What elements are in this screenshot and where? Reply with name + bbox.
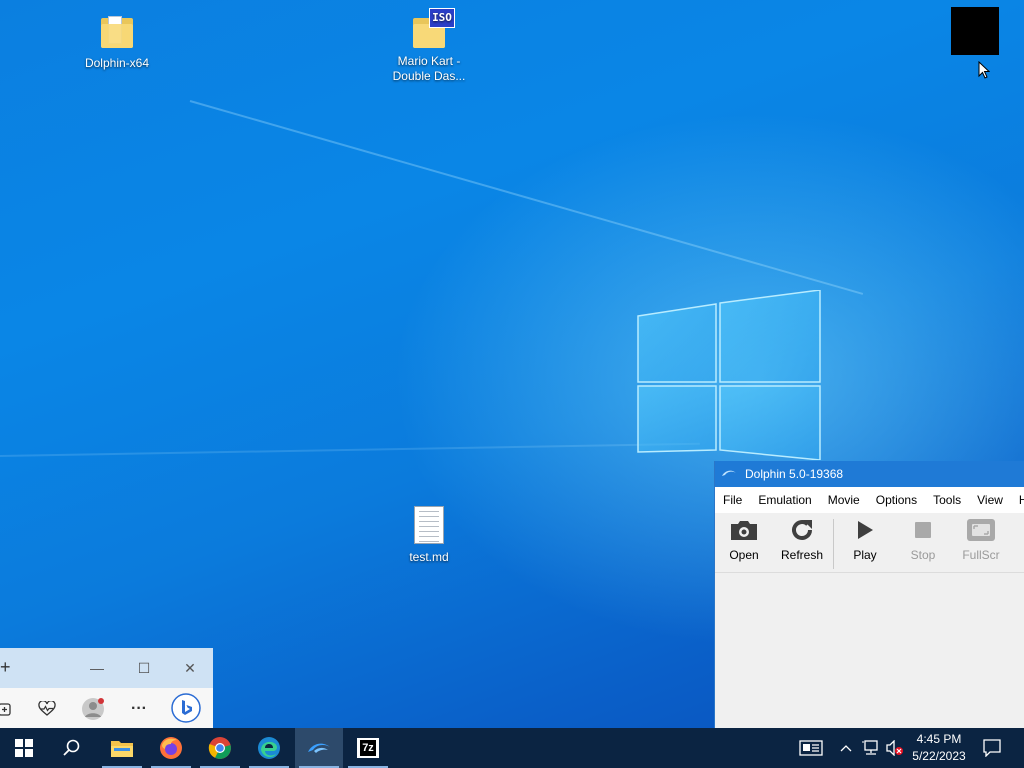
close-button[interactable]: ✕: [180, 658, 200, 678]
refresh-button[interactable]: Refresh: [773, 515, 831, 562]
maximize-button[interactable]: ☐: [134, 658, 154, 678]
stop-icon: [908, 515, 938, 545]
black-window[interactable]: [951, 7, 999, 55]
menu-help[interactable]: H: [1011, 493, 1024, 507]
file-explorer-icon: [111, 741, 133, 757]
clock[interactable]: 4:45 PM 5/22/2023: [906, 731, 972, 765]
network-icon: [862, 740, 878, 755]
firefox-icon: [160, 737, 182, 759]
desktop-icon-label: Mario Kart - Double Das...: [392, 54, 466, 83]
news-icon: [799, 740, 823, 756]
show-hidden-icons-button[interactable]: [836, 728, 856, 768]
desktop-icon-test-md[interactable]: test.md: [383, 504, 475, 565]
folder-icon: [97, 10, 137, 54]
play-label: Play: [853, 548, 877, 562]
light-beam: [0, 442, 700, 457]
desktop-icon-label: test.md: [409, 550, 449, 564]
chrome-icon: [208, 737, 231, 759]
menu-movie[interactable]: Movie: [820, 493, 868, 507]
edge-toolbar: ···: [0, 688, 213, 728]
mouse-cursor-icon: [978, 61, 990, 79]
7zip-icon: 7z: [357, 738, 379, 758]
edge-taskbar-button[interactable]: [245, 728, 293, 768]
camera-icon: [729, 515, 759, 545]
stop-label: Stop: [910, 548, 936, 562]
refresh-icon: [787, 515, 817, 545]
chrome-taskbar-button[interactable]: [196, 728, 244, 768]
fullscreen-label: FullScr: [962, 548, 1000, 562]
fullscreen-button[interactable]: FullScr: [952, 515, 1010, 562]
search-button[interactable]: [48, 728, 96, 768]
dolphin-taskbar-button[interactable]: [295, 728, 343, 768]
refresh-label: Refresh: [780, 548, 824, 562]
dolphin-toolbar: Open Refresh Play Stop FullScr: [715, 513, 1024, 573]
health-icon[interactable]: [34, 696, 60, 722]
volume-button[interactable]: [884, 728, 906, 768]
dolphin-titlebar: Dolphin 5.0-19368: [715, 461, 1024, 487]
light-beam: [189, 100, 864, 295]
menu-options[interactable]: Options: [868, 493, 925, 507]
taskbar: 7z 4:45 PM 5/22/2023: [0, 728, 1024, 768]
open-button[interactable]: Open: [715, 515, 773, 562]
fullscreen-icon: [966, 515, 996, 545]
menu-emulation[interactable]: Emulation: [750, 493, 819, 507]
start-icon: [15, 739, 33, 757]
clock-date: 5/22/2023: [912, 749, 966, 763]
notification-icon: [983, 739, 1001, 757]
bing-icon[interactable]: [170, 692, 202, 724]
search-icon: [63, 739, 80, 756]
play-button[interactable]: Play: [836, 515, 894, 562]
more-options-button[interactable]: ···: [126, 696, 152, 722]
play-icon: [850, 515, 880, 545]
dolphin-app-icon: [722, 470, 736, 476]
windows-logo: [637, 290, 821, 460]
desktop-icon-dolphin-x64[interactable]: Dolphin-x64: [71, 10, 163, 71]
edge-titlebar: + — ☐ ✕: [0, 648, 213, 688]
text-file-icon: [409, 504, 449, 548]
network-button[interactable]: [860, 728, 882, 768]
menu-tools[interactable]: Tools: [925, 493, 969, 507]
start-button[interactable]: [0, 728, 48, 768]
desktop-icon-label: Dolphin-x64: [84, 56, 150, 70]
menu-view[interactable]: View: [969, 493, 1011, 507]
volume-muted-icon: [886, 740, 903, 756]
stop-button[interactable]: Stop: [894, 515, 952, 562]
iso-file-icon: ISO: [409, 6, 455, 52]
iso-badge: ISO: [429, 8, 455, 28]
edge-icon: [258, 737, 280, 759]
chevron-up-icon: [840, 745, 852, 752]
desktop-icon-mario-kart-iso[interactable]: ISO Mario Kart - Double Das...: [383, 6, 475, 84]
open-label: Open: [729, 548, 759, 562]
news-widget-button[interactable]: [796, 728, 826, 768]
clock-time: 4:45 PM: [916, 732, 962, 746]
7zip-label: 7z: [360, 740, 376, 756]
action-center-button[interactable]: [980, 728, 1004, 768]
minimize-button[interactable]: —: [87, 658, 107, 678]
menu-bar: File Emulation Movie Options Tools View …: [715, 487, 1024, 513]
profile-avatar-icon[interactable]: [80, 696, 106, 722]
dolphin-window[interactable]: Dolphin 5.0-19368 File Emulation Movie O…: [714, 461, 1024, 728]
game-list-area[interactable]: [715, 573, 1024, 728]
dolphin-icon: [308, 743, 330, 753]
7zip-taskbar-button[interactable]: 7z: [344, 728, 392, 768]
new-tab-button[interactable]: +: [0, 658, 16, 676]
menu-file[interactable]: File: [715, 493, 750, 507]
toolbar-separator: [833, 519, 834, 569]
file-explorer-taskbar-button[interactable]: [98, 728, 146, 768]
collections-icon[interactable]: [0, 696, 18, 722]
firefox-taskbar-button[interactable]: [147, 728, 195, 768]
window-title: Dolphin 5.0-19368: [745, 467, 844, 481]
edge-window[interactable]: + — ☐ ✕ ···: [0, 648, 213, 728]
